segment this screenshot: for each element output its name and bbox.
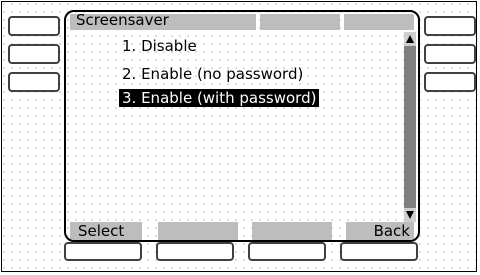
- softkey-button-4[interactable]: [340, 242, 418, 261]
- menu-item-enable-with-password[interactable]: 3. Enable (with password): [119, 89, 320, 107]
- softkey-back-text: Back: [373, 222, 410, 240]
- scroll-down-arrow-icon[interactable]: [406, 211, 414, 219]
- title-tab-3: [344, 14, 414, 30]
- softkey-select-text: Select: [78, 222, 125, 240]
- menu-item-enable-no-password[interactable]: 2. Enable (no password): [122, 65, 303, 83]
- softkey-button-3[interactable]: [248, 242, 326, 261]
- menu-item-disable[interactable]: 1. Disable: [122, 37, 197, 55]
- softkey-label-2: [158, 222, 238, 240]
- softkey-label-back[interactable]: Back: [346, 222, 414, 240]
- scroll-up-arrow-icon[interactable]: [406, 35, 414, 43]
- softkey-label-3: [252, 222, 332, 240]
- softkey-button-2[interactable]: [156, 242, 234, 261]
- title-tab-2: [260, 14, 340, 30]
- right-line-key-3[interactable]: [424, 72, 476, 92]
- right-line-key-1[interactable]: [424, 16, 476, 36]
- left-line-key-1[interactable]: [8, 16, 60, 36]
- left-line-key-3[interactable]: [8, 72, 60, 92]
- softkey-label-select[interactable]: Select: [70, 222, 142, 240]
- right-line-key-2[interactable]: [424, 44, 476, 64]
- scroll-thumb[interactable]: [404, 46, 416, 208]
- screen-title: Screensaver: [76, 11, 169, 29]
- softkey-button-1[interactable]: [64, 242, 142, 261]
- left-line-key-2[interactable]: [8, 44, 60, 64]
- phone-display: Screensaver 1. Disable 2. Enable (no pas…: [64, 10, 420, 242]
- scrollbar[interactable]: [404, 32, 416, 222]
